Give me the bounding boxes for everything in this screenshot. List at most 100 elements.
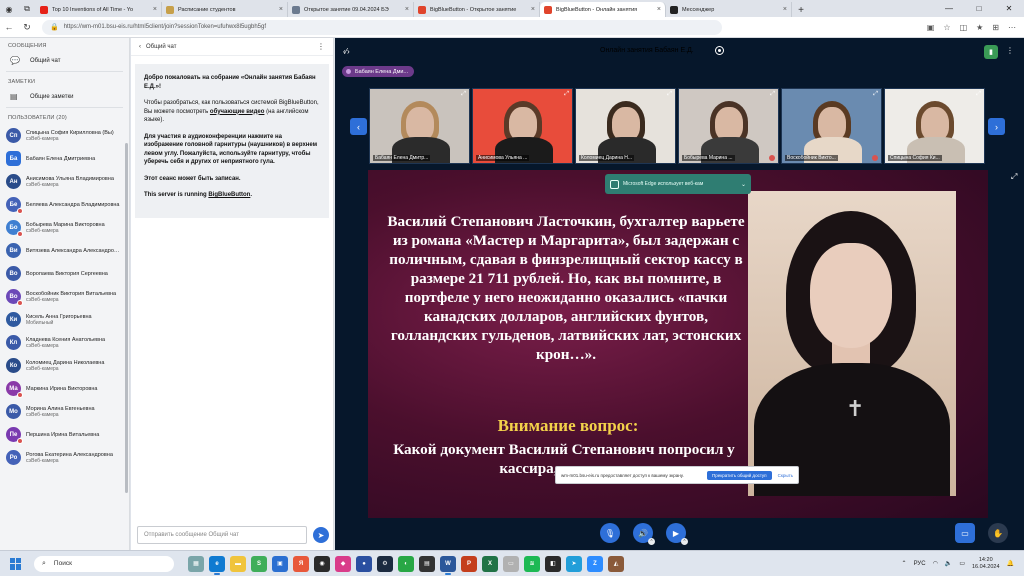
video-tile[interactable]: ⤢ Бабаян Елена Дмитр... xyxy=(369,88,470,164)
back-icon[interactable]: ← xyxy=(0,22,18,32)
video-fullscreen-icon[interactable]: ⤢ xyxy=(564,91,569,98)
fullscreen-icon[interactable]: ⤢ xyxy=(1011,172,1017,182)
browser-tab[interactable]: Мессенджер × xyxy=(666,2,792,17)
chat-title[interactable]: Общий чат xyxy=(146,44,177,50)
raise-hand-button[interactable]: ✋ xyxy=(988,523,1008,543)
user-list-item[interactable]: Ки Кисель Анна Григорьевна Мобильный xyxy=(0,308,129,331)
zoom-icon[interactable]: Z xyxy=(587,555,603,572)
app-green-icon[interactable]: ◐ xyxy=(398,555,414,572)
microphone-button[interactable]: 🎙 xyxy=(600,523,620,543)
close-tab-icon[interactable]: × xyxy=(783,6,787,13)
edge-icon[interactable]: e xyxy=(209,555,225,575)
video-next-button[interactable]: › xyxy=(988,118,1005,135)
audio-options-icon[interactable]: ⌃ xyxy=(648,538,655,545)
collections-icon[interactable]: ⊞ xyxy=(992,23,999,32)
close-tab-icon[interactable]: × xyxy=(153,6,157,13)
app-black-icon[interactable]: ◧ xyxy=(545,555,561,572)
chat-message-input[interactable]: Отправить сообщение Общий чат xyxy=(137,526,307,544)
user-list-item[interactable]: Бо Бобырева Марина Викторовна сэВеб-камера xyxy=(0,216,129,239)
user-list-item[interactable]: Ро Рогова Екатерина Александровна сэВеб-ка… xyxy=(0,446,129,469)
video-prev-button[interactable]: ‹ xyxy=(350,118,367,135)
user-list-item[interactable]: Ма Маркина Ирина Викторовна xyxy=(0,377,129,400)
excel-icon[interactable]: X xyxy=(482,555,498,572)
browser-tab[interactable]: Top 10 Inventions of All Time - Yo × xyxy=(36,2,162,17)
camera-options-icon[interactable]: ⌃ xyxy=(681,538,688,545)
app-brown-icon[interactable]: ◭ xyxy=(608,555,624,572)
bigbluebutton-link[interactable]: BigBlueButton xyxy=(208,192,250,198)
browser-menu-icon[interactable]: ⋯ xyxy=(1008,23,1016,32)
close-window-button[interactable]: ✕ xyxy=(994,0,1024,17)
video-fullscreen-icon[interactable]: ⤢ xyxy=(667,91,672,98)
video-tile[interactable]: ⤢ Спицына София Ки... xyxy=(884,88,985,164)
app-s-icon[interactable]: S xyxy=(251,555,267,572)
battery-icon[interactable]: ▭ xyxy=(959,560,965,567)
store-icon[interactable]: ▣ xyxy=(272,555,288,572)
user-list-item[interactable]: Пе Першина Ирина Витальевна xyxy=(0,423,129,446)
refresh-icon[interactable]: ↻ xyxy=(18,22,36,33)
maximize-button[interactable]: □ xyxy=(964,0,994,17)
task-view-icon[interactable]: ▦ xyxy=(188,555,204,572)
notifications-icon[interactable]: 🔔 xyxy=(1007,560,1014,567)
meeting-options-icon[interactable]: ⋮ xyxy=(1006,46,1014,55)
wifi-icon[interactable]: ◠ xyxy=(933,560,938,567)
start-button[interactable] xyxy=(10,557,22,570)
user-list-item[interactable]: Ви Витязева Александра Александровна xyxy=(0,239,129,262)
video-fullscreen-icon[interactable]: ⤢ xyxy=(976,91,981,98)
user-list-item[interactable]: Мо Морина Алина Евгеньевна сэВеб-камера xyxy=(0,400,129,423)
chevron-left-icon[interactable]: ‹ xyxy=(139,44,141,50)
audio-button[interactable]: 🔊 ⌃ xyxy=(633,523,655,545)
spotify-icon[interactable]: ≋ xyxy=(524,555,540,572)
shared-notes-item[interactable]: ▤ Общие заметки xyxy=(0,88,129,105)
clock[interactable]: 14:20 16.04.2024 xyxy=(972,557,1000,571)
user-list-item[interactable]: Ба Бабаян Елена Дмитриевна xyxy=(0,147,129,170)
browser-app-icon[interactable]: ◉ xyxy=(314,555,330,572)
favorite-star-icon[interactable]: ☆ xyxy=(943,23,950,32)
split-screen-icon[interactable]: ◫ xyxy=(960,23,968,32)
send-message-button[interactable]: ➤ xyxy=(313,527,329,543)
video-tile[interactable]: ⤢ Коломиец Дарина Н... xyxy=(575,88,676,164)
yandex-icon[interactable]: Я xyxy=(293,555,309,572)
hide-share-bar-button[interactable]: Скрыть xyxy=(778,473,793,478)
browser-tab[interactable]: BigBlueButton - Открытое занятие × xyxy=(414,2,540,17)
new-tab-button[interactable]: + xyxy=(794,3,808,17)
video-tile[interactable]: ⤢ Воскобойник Викто... xyxy=(781,88,882,164)
video-tile[interactable]: ⤢ Бобырева Марина ... xyxy=(678,88,779,164)
tray-chevron-icon[interactable]: ⌃ xyxy=(902,560,907,567)
chevron-down-icon[interactable]: ⌄ xyxy=(741,181,746,188)
app-pink-icon[interactable]: ◆ xyxy=(335,555,351,572)
tutorial-videos-link[interactable]: обучающие видео xyxy=(210,109,265,115)
url-field[interactable]: 🔒 https://wm-m01.bsu-eis.ru/html5client/… xyxy=(42,19,722,35)
user-list-item[interactable]: Во Воропаева Виктория Сергеевна xyxy=(0,262,129,285)
browser-tab[interactable]: Открытое занятие 09.04.2024 БЭ × xyxy=(288,2,414,17)
app-blue-icon[interactable]: ● xyxy=(356,555,372,572)
user-list-item[interactable]: Сп Спицына София Кирилловна (Вы) сэВеб-кам… xyxy=(0,124,129,147)
volume-icon[interactable]: 🔈 xyxy=(945,560,952,567)
user-list-item[interactable]: Во Воскобойник Виктория Витальевна сэВеб-к… xyxy=(0,285,129,308)
user-list-item[interactable]: Ан Анисимова Ульяна Владимировна сэВеб-кам… xyxy=(0,170,129,193)
steam-icon[interactable]: ⚙ xyxy=(377,555,393,572)
connection-status-icon[interactable]: ▮ xyxy=(984,45,998,59)
edge-camera-notification[interactable]: Microsoft Edge использует веб-кам ⌄ xyxy=(605,174,751,194)
user-list-item[interactable]: Ко Коломиец Дарина Николаевна сэВеб-камера xyxy=(0,354,129,377)
close-tab-icon[interactable]: × xyxy=(279,6,283,13)
app-dark-icon[interactable]: ▤ xyxy=(419,555,435,572)
telegram-icon[interactable]: ➤ xyxy=(566,555,582,572)
camera-permission-icon[interactable]: ▣ xyxy=(927,23,935,32)
word-icon[interactable]: W xyxy=(440,555,456,575)
public-chat-item[interactable]: 💬 Общий чат xyxy=(0,52,129,69)
stop-sharing-button[interactable]: Прекратить общий доступ xyxy=(707,470,772,480)
user-list-item[interactable]: Бе Беляева Александра Владимировна xyxy=(0,193,129,216)
chat-options-icon[interactable]: ⋮ xyxy=(317,42,325,51)
app-grey-icon[interactable]: ▭ xyxy=(503,555,519,572)
tab-actions-icon[interactable]: ⧉ xyxy=(20,2,34,16)
video-fullscreen-icon[interactable]: ⤢ xyxy=(461,91,466,98)
language-indicator[interactable]: РУС xyxy=(914,561,926,567)
user-list-scrollbar[interactable] xyxy=(125,143,128,493)
minimize-button[interactable]: — xyxy=(934,0,964,17)
video-fullscreen-icon[interactable]: ⤢ xyxy=(873,91,878,98)
camera-button[interactable]: ▶ ⌃ xyxy=(666,523,688,545)
profile-icon[interactable]: ◉ xyxy=(2,2,16,16)
browser-tab[interactable]: Расписание студентов × xyxy=(162,2,288,17)
video-tile[interactable]: ⤢ Анисимова Ульяна ... xyxy=(472,88,573,164)
user-list-item[interactable]: Кл Кладнева Ксения Анатольевна сэВеб-камер… xyxy=(0,331,129,354)
